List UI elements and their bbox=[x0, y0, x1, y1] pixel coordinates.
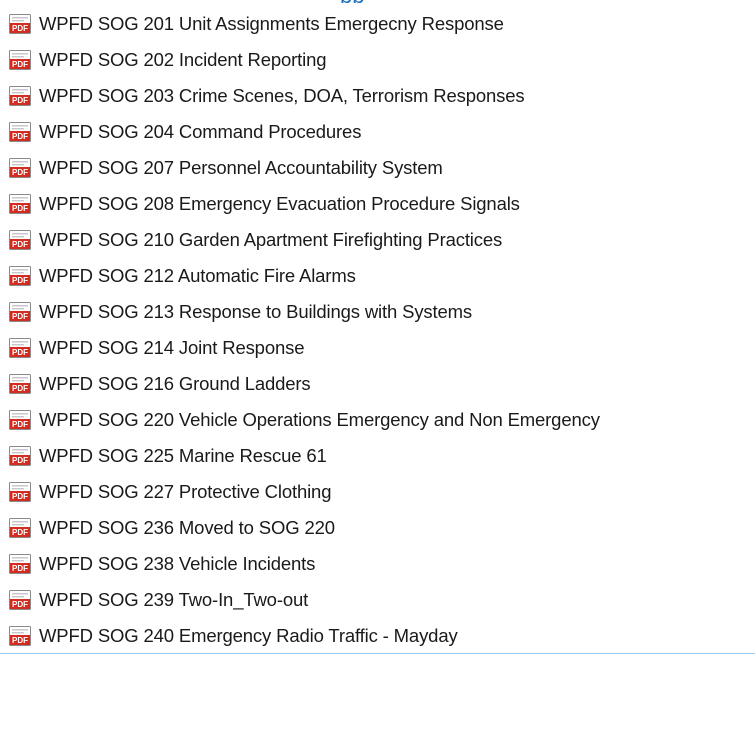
file-name: WPFD SOG 208 Emergency Evacuation Proced… bbox=[39, 193, 520, 214]
file-name: WPFD SOG 212 Automatic Fire Alarms bbox=[39, 265, 356, 286]
file-item[interactable]: PDF WPFD SOG 210 Garden Apartment Firefi… bbox=[0, 222, 755, 258]
svg-text:PDF: PDF bbox=[12, 528, 28, 537]
pdf-icon: PDF bbox=[9, 410, 31, 430]
svg-text:PDF: PDF bbox=[12, 492, 28, 501]
svg-text:PDF: PDF bbox=[12, 132, 28, 141]
pdf-icon: PDF bbox=[9, 374, 31, 394]
file-name: WPFD SOG 202 Incident Reporting bbox=[39, 49, 327, 70]
file-name: WPFD SOG 239 Two-In_Two-out bbox=[39, 589, 309, 610]
file-name: WPFD SOG 227 Protective Clothing bbox=[39, 481, 332, 502]
file-item[interactable]: PDF WPFD SOG 201 Unit Assignments Emerge… bbox=[0, 6, 755, 42]
svg-text:PDF: PDF bbox=[12, 204, 28, 213]
file-item[interactable]: PDF WPFD SOG 238 Vehicle Incidents bbox=[0, 546, 755, 582]
file-item[interactable]: PDF WPFD SOG 202 Incident Reporting bbox=[0, 42, 755, 78]
svg-text:PDF: PDF bbox=[12, 456, 28, 465]
pdf-icon: PDF bbox=[9, 518, 31, 538]
pdf-icon: PDF bbox=[9, 266, 31, 286]
svg-text:PDF: PDF bbox=[12, 348, 28, 357]
pdf-icon: PDF bbox=[9, 554, 31, 574]
pdf-icon: PDF bbox=[9, 230, 31, 250]
page-title-partial: pp bbox=[340, 0, 364, 3]
svg-text:PDF: PDF bbox=[12, 636, 28, 645]
file-item[interactable]: PDF WPFD SOG 213 Response to Buildings w… bbox=[0, 294, 755, 330]
file-name: WPFD SOG 203 Crime Scenes, DOA, Terroris… bbox=[39, 85, 525, 106]
svg-text:PDF: PDF bbox=[12, 96, 28, 105]
file-name: WPFD SOG 201 Unit Assignments Emergecny … bbox=[39, 13, 504, 34]
svg-text:PDF: PDF bbox=[12, 60, 28, 69]
file-name: WPFD SOG 220 Vehicle Operations Emergenc… bbox=[39, 409, 600, 430]
file-name: WPFD SOG 207 Personnel Accountability Sy… bbox=[39, 157, 443, 178]
file-name: WPFD SOG 236 Moved to SOG 220 bbox=[39, 517, 335, 538]
file-list: PDF WPFD SOG 201 Unit Assignments Emerge… bbox=[0, 6, 755, 654]
file-item-selected[interactable]: PDF WPFD SOG 240 Emergency Radio Traffic… bbox=[0, 618, 755, 654]
file-name: WPFD SOG 204 Command Procedures bbox=[39, 121, 362, 142]
file-item[interactable]: PDF WPFD SOG 225 Marine Rescue 61 bbox=[0, 438, 755, 474]
pdf-icon: PDF bbox=[9, 194, 31, 214]
file-item[interactable]: PDF WPFD SOG 208 Emergency Evacuation Pr… bbox=[0, 186, 755, 222]
svg-text:PDF: PDF bbox=[12, 420, 28, 429]
svg-text:PDF: PDF bbox=[12, 240, 28, 249]
svg-text:PDF: PDF bbox=[12, 564, 28, 573]
pdf-icon: PDF bbox=[9, 14, 31, 34]
svg-text:PDF: PDF bbox=[12, 168, 28, 177]
file-item[interactable]: PDF WPFD SOG 203 Crime Scenes, DOA, Terr… bbox=[0, 78, 755, 114]
file-name: WPFD SOG 213 Response to Buildings with … bbox=[39, 301, 473, 322]
file-item[interactable]: PDF WPFD SOG 204 Command Procedures bbox=[0, 114, 755, 150]
pdf-icon: PDF bbox=[9, 482, 31, 502]
svg-text:PDF: PDF bbox=[12, 384, 28, 393]
file-item[interactable]: PDF WPFD SOG 207 Personnel Accountabilit… bbox=[0, 150, 755, 186]
page-header: pp bbox=[0, 0, 755, 3]
pdf-icon: PDF bbox=[9, 158, 31, 178]
file-item[interactable]: PDF WPFD SOG 216 Ground Ladders bbox=[0, 366, 755, 402]
pdf-icon: PDF bbox=[9, 590, 31, 610]
file-item[interactable]: PDF WPFD SOG 212 Automatic Fire Alarms bbox=[0, 258, 755, 294]
pdf-icon: PDF bbox=[9, 446, 31, 466]
file-item[interactable]: PDF WPFD SOG 227 Protective Clothing bbox=[0, 474, 755, 510]
file-name: WPFD SOG 216 Ground Ladders bbox=[39, 373, 311, 394]
file-name: WPFD SOG 225 Marine Rescue 61 bbox=[39, 445, 327, 466]
pdf-icon: PDF bbox=[9, 338, 31, 358]
file-name: WPFD SOG 210 Garden Apartment Firefighti… bbox=[39, 229, 503, 250]
file-name: WPFD SOG 238 Vehicle Incidents bbox=[39, 553, 316, 574]
svg-text:PDF: PDF bbox=[12, 312, 28, 321]
pdf-icon: PDF bbox=[9, 86, 31, 106]
svg-text:PDF: PDF bbox=[12, 276, 28, 285]
svg-text:PDF: PDF bbox=[12, 24, 28, 33]
pdf-icon: PDF bbox=[9, 122, 31, 142]
pdf-icon: PDF bbox=[9, 302, 31, 322]
pdf-icon: PDF bbox=[9, 625, 31, 646]
svg-text:PDF: PDF bbox=[12, 600, 28, 609]
file-name: WPFD SOG 214 Joint Response bbox=[39, 337, 305, 358]
file-name: WPFD SOG 240 Emergency Radio Traffic - M… bbox=[39, 624, 458, 646]
file-item[interactable]: PDF WPFD SOG 239 Two-In_Two-out bbox=[0, 582, 755, 618]
file-item[interactable]: PDF WPFD SOG 214 Joint Response bbox=[0, 330, 755, 366]
file-item[interactable]: PDF WPFD SOG 236 Moved to SOG 220 bbox=[0, 510, 755, 546]
pdf-icon: PDF bbox=[9, 50, 31, 70]
file-item[interactable]: PDF WPFD SOG 220 Vehicle Operations Emer… bbox=[0, 402, 755, 438]
